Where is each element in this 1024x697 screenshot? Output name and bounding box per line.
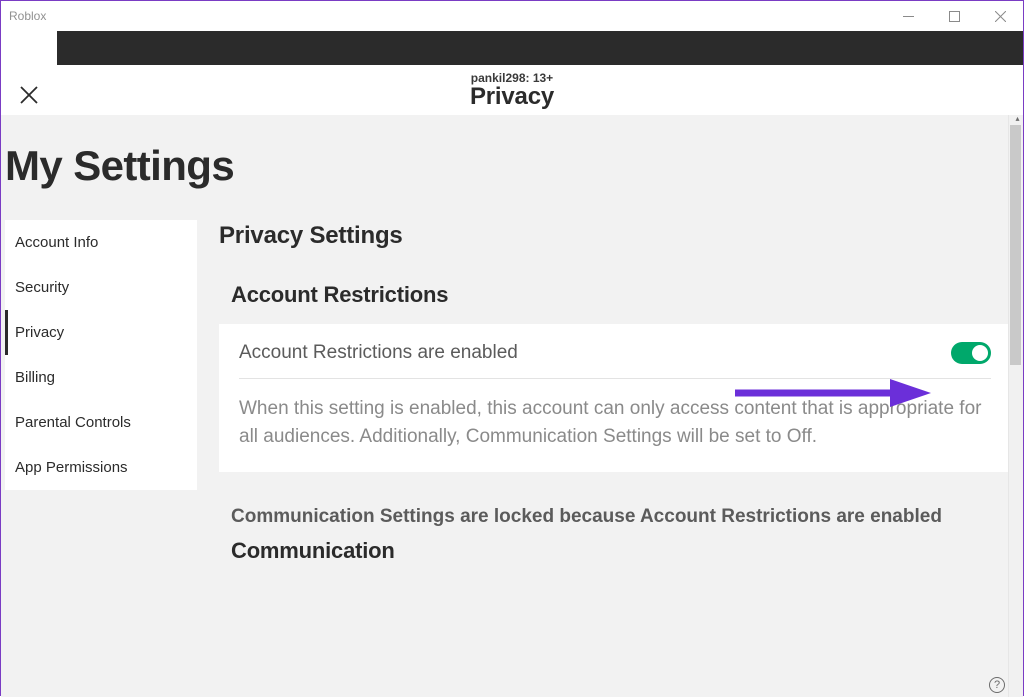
- sidebar-item-app-permissions[interactable]: App Permissions: [5, 445, 197, 490]
- sidebar-item-label: Parental Controls: [15, 414, 131, 431]
- sidebar-item-label: Security: [15, 279, 69, 296]
- sidebar-item-label: Billing: [15, 369, 55, 386]
- settings-heading: My Settings: [1, 115, 1023, 220]
- help-icon[interactable]: ?: [989, 677, 1005, 693]
- settings-sidebar: Account Info Security Privacy Billing Pa…: [5, 220, 197, 490]
- sidebar-item-parental-controls[interactable]: Parental Controls: [5, 400, 197, 445]
- sidebar-item-security[interactable]: Security: [5, 265, 197, 310]
- account-restrictions-toggle-row: Account Restrictions are enabled: [239, 342, 991, 379]
- app-header-bar: [1, 31, 1023, 65]
- vertical-scrollbar[interactable]: ▴: [1008, 115, 1023, 697]
- close-window-button[interactable]: [977, 1, 1023, 31]
- sidebar-item-label: App Permissions: [15, 459, 128, 476]
- sidebar-item-privacy[interactable]: Privacy: [5, 310, 197, 355]
- settings-main: Privacy Settings Account Restrictions Ac…: [219, 220, 1017, 564]
- page-title: Privacy: [1, 83, 1023, 111]
- communication-heading: Communication: [219, 538, 1011, 564]
- maximize-button[interactable]: [931, 1, 977, 31]
- minimize-button[interactable]: [885, 1, 931, 31]
- account-restrictions-toggle-label: Account Restrictions are enabled: [239, 342, 518, 364]
- page-header: pankil298: 13+ Privacy: [1, 65, 1023, 115]
- sidebar-item-billing[interactable]: Billing: [5, 355, 197, 400]
- close-settings-button[interactable]: [17, 83, 41, 107]
- account-restrictions-card: Account Restrictions are enabled When th…: [219, 324, 1011, 472]
- account-restrictions-toggle[interactable]: [951, 342, 991, 364]
- scroll-up-icon[interactable]: ▴: [1015, 115, 1019, 123]
- app-tab[interactable]: [1, 31, 57, 65]
- window-title: Roblox: [9, 9, 46, 23]
- account-restrictions-heading: Account Restrictions: [219, 282, 1011, 308]
- scrollbar-thumb[interactable]: [1010, 125, 1021, 365]
- settings-stage: My Settings Account Info Security Privac…: [1, 115, 1023, 697]
- sidebar-item-label: Account Info: [15, 234, 98, 251]
- sidebar-item-label: Privacy: [15, 324, 64, 341]
- window-titlebar: Roblox: [1, 1, 1023, 31]
- account-restrictions-description: When this setting is enabled, this accou…: [239, 379, 991, 450]
- communication-locked-note: Communication Settings are locked becaus…: [219, 472, 1011, 538]
- sidebar-item-account-info[interactable]: Account Info: [5, 220, 197, 265]
- window-controls: [885, 1, 1023, 30]
- settings-columns: Account Info Security Privacy Billing Pa…: [1, 220, 1023, 564]
- privacy-settings-title: Privacy Settings: [219, 222, 1011, 250]
